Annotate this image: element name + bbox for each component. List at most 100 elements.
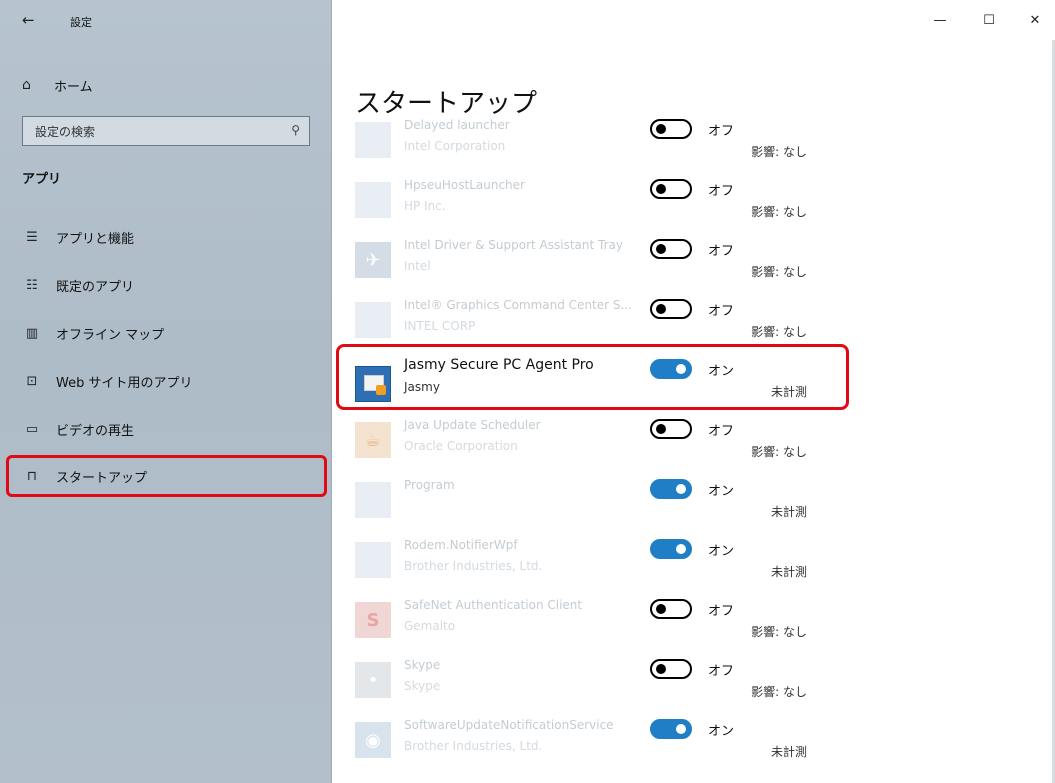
app-publisher: Oracle Corporation	[404, 439, 518, 453]
sidebar-item-label: ビデオの再生	[56, 423, 135, 439]
app-publisher: Intel Corporation	[404, 139, 506, 153]
toggle-state-label: オフ	[708, 184, 735, 199]
startup-app-row: Rodem.NotifierWpf Brother Industries, Lt…	[355, 536, 825, 596]
startup-impact: 影響: なし	[751, 445, 807, 459]
intel-dsa-icon: ✈	[355, 242, 391, 278]
app-name: Delayed launcher	[404, 118, 510, 132]
startup-app-row: Delayed launcher Intel Corporation オフ 影響…	[355, 116, 825, 176]
sidebar-titlebar: ← 設定	[0, 0, 331, 40]
sidebar-item-offline-maps[interactable]: ▥ オフライン マップ	[22, 316, 318, 350]
sidebar-item-home[interactable]: ⌂ ホーム	[22, 70, 312, 100]
startup-toggle[interactable]	[650, 479, 692, 499]
toggle-state-label: オフ	[708, 124, 735, 139]
apps-list-icon: ☰	[26, 229, 38, 245]
app-publisher: INTEL CORP	[404, 319, 476, 333]
startup-app-row: Program オン 未計測	[355, 476, 825, 536]
back-arrow-icon[interactable]: ←	[22, 11, 35, 29]
startup-toggle[interactable]	[650, 539, 692, 559]
startup-toggle[interactable]	[650, 119, 692, 139]
app-name: Skype	[404, 658, 441, 672]
startup-toggle[interactable]	[650, 659, 692, 679]
app-name: HpseuHostLauncher	[404, 178, 525, 192]
toggle-state-label: オン	[708, 544, 735, 559]
toggle-state-label: オフ	[708, 424, 735, 439]
home-label: ホーム	[54, 79, 93, 95]
startup-impact: 影響: なし	[751, 685, 807, 699]
startup-highlight-frame	[6, 455, 327, 497]
sidebar: ← 設定 ⌂ ホーム ⚲ アプリ ☰ アプリと機能 ☷ 既定のアプリ ▥ オフラ…	[0, 0, 332, 783]
startup-toggle[interactable]	[650, 599, 692, 619]
startup-app-row: ☕ Java Update Scheduler Oracle Corporati…	[355, 416, 825, 476]
web-app-icon: ⊡	[26, 373, 38, 389]
toggle-state-label: オフ	[708, 304, 735, 319]
page-title: スタートアップ	[355, 89, 538, 120]
sidebar-item-label: オフライン マップ	[56, 327, 165, 343]
sidebar-item-label: Web サイト用のアプリ	[56, 375, 193, 391]
startup-toggle[interactable]	[650, 239, 692, 259]
startup-app-row: ✈ Intel Driver & Support Assistant Tray …	[355, 236, 825, 296]
app-name: Program	[404, 478, 455, 492]
window-title: 設定	[70, 16, 92, 29]
sidebar-item-default-apps[interactable]: ☷ 既定のアプリ	[22, 268, 318, 302]
close-button[interactable]: ✕	[1012, 8, 1055, 34]
jasmy-highlight-frame	[336, 344, 849, 410]
search-input[interactable]	[33, 122, 277, 142]
app-publisher: Brother Industries, Ltd.	[404, 559, 543, 573]
startup-app-row: S SafeNet Authentication Client Gemalto …	[355, 596, 825, 656]
app-publisher: Gemalto	[404, 619, 456, 633]
app-name: Intel® Graphics Command Center S...	[404, 298, 632, 312]
startup-app-row: HpseuHostLauncher HP Inc. オフ 影響: なし	[355, 176, 825, 236]
app-name: SafeNet Authentication Client	[404, 598, 583, 612]
startup-impact: 影響: なし	[751, 265, 807, 279]
toggle-state-label: オン	[708, 484, 735, 499]
startup-impact: 影響: なし	[751, 205, 807, 219]
app-icon	[355, 302, 391, 338]
app-publisher: HP Inc.	[404, 199, 446, 213]
app-publisher: Intel	[404, 259, 431, 273]
sidebar-item-video-playback[interactable]: ▭ ビデオの再生	[22, 412, 318, 446]
startup-toggle[interactable]	[650, 299, 692, 319]
search-box[interactable]: ⚲	[22, 116, 310, 146]
startup-app-row: • Skype Skype オフ 影響: なし	[355, 656, 825, 716]
toggle-state-label: オフ	[708, 664, 735, 679]
section-title: アプリ	[22, 172, 62, 187]
sidebar-item-label: 既定のアプリ	[56, 279, 135, 295]
maximize-button[interactable]: ☐	[966, 8, 1012, 34]
app-publisher: Skype	[404, 679, 441, 693]
startup-impact: 未計測	[770, 505, 807, 519]
startup-toggle[interactable]	[650, 719, 692, 739]
app-name: Rodem.NotifierWpf	[404, 538, 518, 552]
skype-icon: •	[355, 662, 391, 698]
home-icon: ⌂	[22, 77, 31, 93]
app-icon	[355, 182, 391, 218]
safenet-icon: S	[355, 602, 391, 638]
java-icon: ☕	[355, 422, 391, 458]
minimize-button[interactable]: —	[917, 8, 963, 34]
sidebar-item-apps-for-websites[interactable]: ⊡ Web サイト用のアプリ	[22, 364, 318, 398]
app-name: Intel Driver & Support Assistant Tray	[404, 238, 623, 252]
startup-impact: 未計測	[770, 745, 807, 759]
search-icon[interactable]: ⚲	[291, 123, 300, 137]
startup-toggle[interactable]	[650, 179, 692, 199]
default-apps-icon: ☷	[26, 277, 38, 293]
map-icon: ▥	[25, 325, 39, 341]
toggle-state-label: オフ	[708, 244, 735, 259]
startup-impact: 影響: なし	[751, 325, 807, 339]
startup-impact: 影響: なし	[751, 625, 807, 639]
toggle-state-label: オフ	[708, 604, 735, 619]
startup-impact: 未計測	[770, 565, 807, 579]
app-name: Java Update Scheduler	[404, 418, 541, 432]
toggle-state-label: オン	[708, 724, 735, 739]
sidebar-item-apps-features[interactable]: ☰ アプリと機能	[22, 220, 318, 254]
brother-update-icon: ◉	[355, 722, 391, 758]
app-icon	[355, 482, 391, 518]
app-icon	[355, 122, 391, 158]
startup-impact: 影響: なし	[751, 145, 807, 159]
startup-toggle[interactable]	[650, 419, 692, 439]
sidebar-item-label: アプリと機能	[56, 231, 135, 247]
app-icon	[355, 542, 391, 578]
app-publisher: Brother Industries, Ltd.	[404, 739, 543, 753]
app-name: SoftwareUpdateNotificationService	[404, 718, 614, 732]
startup-app-row: ◉ SoftwareUpdateNotificationService Brot…	[355, 716, 825, 776]
video-icon: ▭	[25, 421, 39, 437]
